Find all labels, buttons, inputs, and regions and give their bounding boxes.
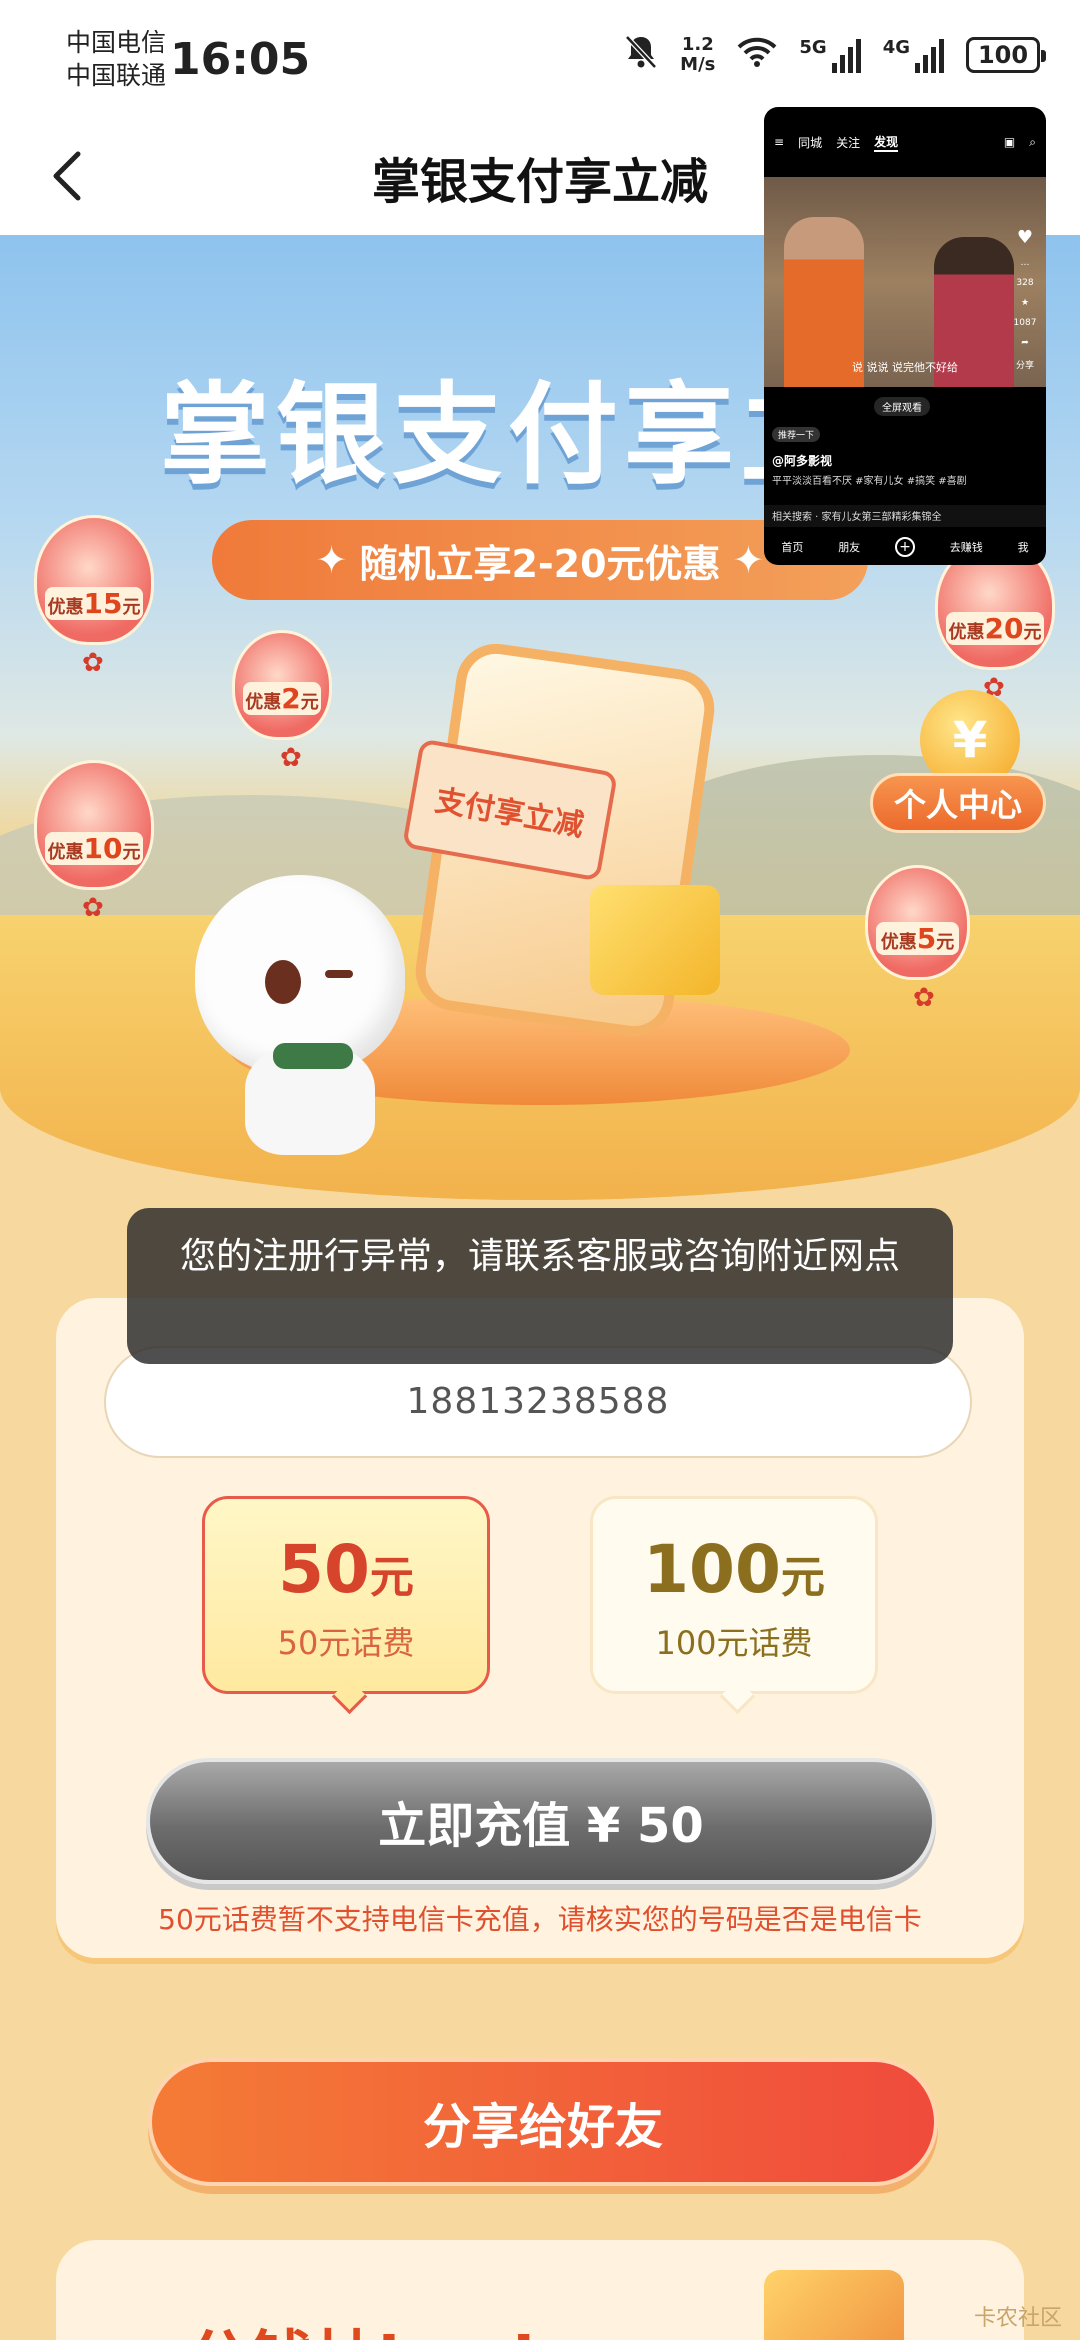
- status-bar: 中国电信 中国联通 16:05 1.2 M/s 5G 4G 100: [0, 0, 1080, 120]
- option-amount: 50元: [278, 1531, 414, 1608]
- battery-icon: 100: [966, 37, 1046, 73]
- fw-bottom-tab[interactable]: 我: [1018, 539, 1029, 555]
- mute-bell-icon: [624, 34, 658, 76]
- fw-bottom-tab[interactable]: 去赚钱: [950, 539, 983, 555]
- live-icon[interactable]: ▣: [1004, 135, 1015, 150]
- signal-4g-label: 4G: [882, 37, 910, 58]
- error-toast: 您的注册行异常，请联系客服或咨询附近网点: [127, 1208, 953, 1364]
- floating-video-window[interactable]: ≡ 同城 关注 发现 ▣ ⌕ 说 说说 说完他不好给 ♥ … 328 ★ 108…: [764, 107, 1046, 565]
- status-icons: 1.2 M/s 5G 4G 100: [624, 34, 1046, 76]
- option-50-yuan[interactable]: 50元 50元话费: [202, 1496, 490, 1694]
- coupon-text: 支付享立减: [432, 783, 587, 844]
- search-icon[interactable]: ⌕: [1029, 135, 1036, 150]
- carrier-notice: 50元话费暂不支持电信卡充值，请核实您的号码是否是电信卡: [158, 1903, 922, 1936]
- plus-icon[interactable]: +: [894, 537, 915, 557]
- sparkle-icon: ✦: [732, 538, 765, 582]
- recharge-button[interactable]: 立即充值 ¥ 50: [146, 1758, 936, 1884]
- video-subtitle: 说 说说 说完他不好给: [852, 361, 958, 374]
- gift-box-illustration: [764, 2270, 904, 2340]
- fav-count: 1087: [1013, 318, 1037, 328]
- fw-tab[interactable]: 关注: [836, 134, 860, 151]
- carrier-1: 中国电信: [66, 28, 167, 57]
- fw-tab[interactable]: 同城: [798, 134, 822, 151]
- full-screen-button[interactable]: 全屏观看: [874, 397, 930, 416]
- carrier-info: 中国电信 中国联通: [66, 26, 166, 92]
- fw-bottom-tab[interactable]: 朋友: [838, 539, 860, 555]
- option-amount: 100元: [643, 1531, 825, 1608]
- option-100-yuan[interactable]: 100元 100元话费: [590, 1496, 878, 1694]
- menu-icon[interactable]: ≡: [774, 135, 784, 149]
- share-icon[interactable]: ➦: [1021, 338, 1029, 348]
- carrier-2: 中国联通: [66, 61, 167, 90]
- video-author[interactable]: @阿多影视: [772, 452, 832, 469]
- like-icon[interactable]: ♥: [1017, 227, 1033, 248]
- comment-icon[interactable]: …: [1021, 258, 1030, 268]
- video-frame[interactable]: 说 说说 说完他不好给: [764, 177, 1046, 387]
- fw-top-bar: ≡ 同城 关注 发现 ▣ ⌕: [764, 107, 1046, 177]
- option-desc: 50元话费: [277, 1624, 415, 1662]
- gift-box-illustration: [590, 885, 720, 995]
- promo-title: 一分钱抽ipad: [122, 2310, 535, 2340]
- discount-lantern-15: 优惠15元: [34, 515, 154, 678]
- discount-lantern-10: 优惠10元: [34, 760, 154, 923]
- option-desc: 100元话费: [655, 1624, 813, 1662]
- star-icon[interactable]: ★: [1021, 298, 1029, 308]
- battery-level: 100: [977, 41, 1029, 69]
- net-speed-value: 1.2: [681, 34, 714, 55]
- hero-title: 掌银支付享立: [160, 371, 856, 499]
- signal-5g-icon: 5G: [799, 37, 861, 73]
- video-description: 平平淡淡百看不厌 #家有儿女 #搞笑 #喜剧: [772, 476, 967, 487]
- share-button[interactable]: 分享给好友: [148, 2058, 938, 2186]
- signal-4g-icon: 4G: [883, 37, 944, 73]
- fw-bottom-tab[interactable]: 首页: [781, 539, 803, 555]
- fw-tab-active[interactable]: 发现: [874, 133, 899, 152]
- sparkle-icon: ✦: [315, 538, 348, 582]
- clock: 16:05: [170, 34, 311, 85]
- discount-lantern-5: 优惠5元: [865, 865, 970, 1013]
- recommend-tag[interactable]: 推荐一下: [772, 427, 821, 442]
- user-center-button[interactable]: 个人中心: [870, 773, 1046, 833]
- discount-lantern-2: 优惠2元: [232, 630, 332, 773]
- promo-card[interactable]: 一分钱抽ipad: [56, 2240, 1024, 2340]
- share-label: 分享: [1015, 361, 1034, 371]
- mascot-character: [195, 875, 405, 1155]
- fw-side-actions: ♥ … 328 ★ 1087 ➦ 分享: [1010, 227, 1040, 371]
- related-search[interactable]: 相关搜索 · 家有儿女第三部精彩集锦全: [764, 505, 1046, 527]
- recharge-card: 18813238588 50元 50元话费 100元 100元话费 立即充值 ¥…: [56, 1298, 1024, 1958]
- fw-bottom-tabs: 首页 朋友 + 去赚钱 我: [764, 529, 1046, 565]
- net-speed: 1.2 M/s: [680, 35, 715, 75]
- comment-count: 328: [1016, 278, 1034, 288]
- hero-promo-text: 随机立享2-20元优惠: [359, 541, 721, 586]
- wifi-icon: [737, 36, 777, 74]
- watermark: 卡农社区: [973, 2306, 1062, 2331]
- signal-5g-label: 5G: [799, 37, 827, 58]
- net-speed-unit: M/s: [680, 54, 716, 75]
